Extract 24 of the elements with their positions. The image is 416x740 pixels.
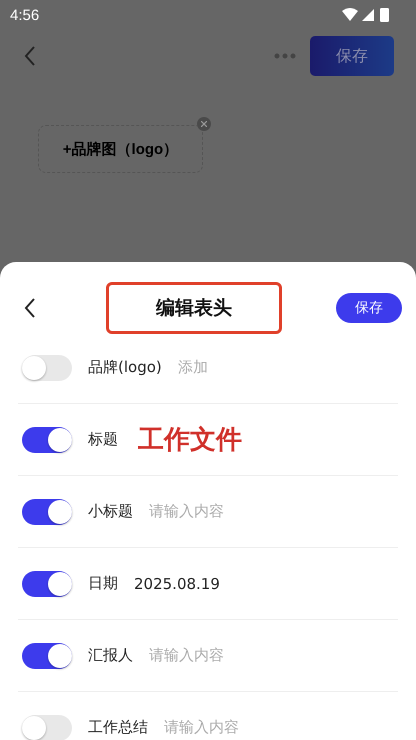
field-value: 2025.08.19: [134, 574, 220, 592]
input-field[interactable]: 请输入内容: [149, 646, 224, 665]
field-value: 工作文件: [138, 424, 242, 457]
status-time: 4:56: [10, 6, 40, 24]
field-label: 日期: [88, 574, 118, 593]
field-label: 汇报人: [88, 646, 133, 665]
field-label: 标题: [88, 430, 118, 449]
input-field[interactable]: 请输入内容: [149, 502, 224, 521]
toggle-switch[interactable]: [22, 498, 72, 524]
toggle-switch[interactable]: [22, 354, 72, 380]
field-label: 工作总结: [88, 718, 148, 737]
field-label: 品牌(logo): [88, 358, 162, 377]
field-label: 小标题: [88, 502, 133, 521]
save-button[interactable]: 保存: [336, 293, 402, 323]
toggle-switch[interactable]: [22, 570, 72, 596]
toggle-switch[interactable]: [22, 642, 72, 668]
toggle-switch[interactable]: [22, 426, 72, 452]
close-icon[interactable]: [197, 117, 211, 131]
back-icon[interactable]: [24, 298, 36, 318]
sheet-title: 编辑表头: [156, 296, 232, 321]
input-field[interactable]: 请输入内容: [164, 718, 239, 737]
save-button[interactable]: 保存: [310, 36, 394, 76]
input-field[interactable]: 添加: [178, 358, 208, 377]
toggle-switch[interactable]: [22, 714, 72, 740]
